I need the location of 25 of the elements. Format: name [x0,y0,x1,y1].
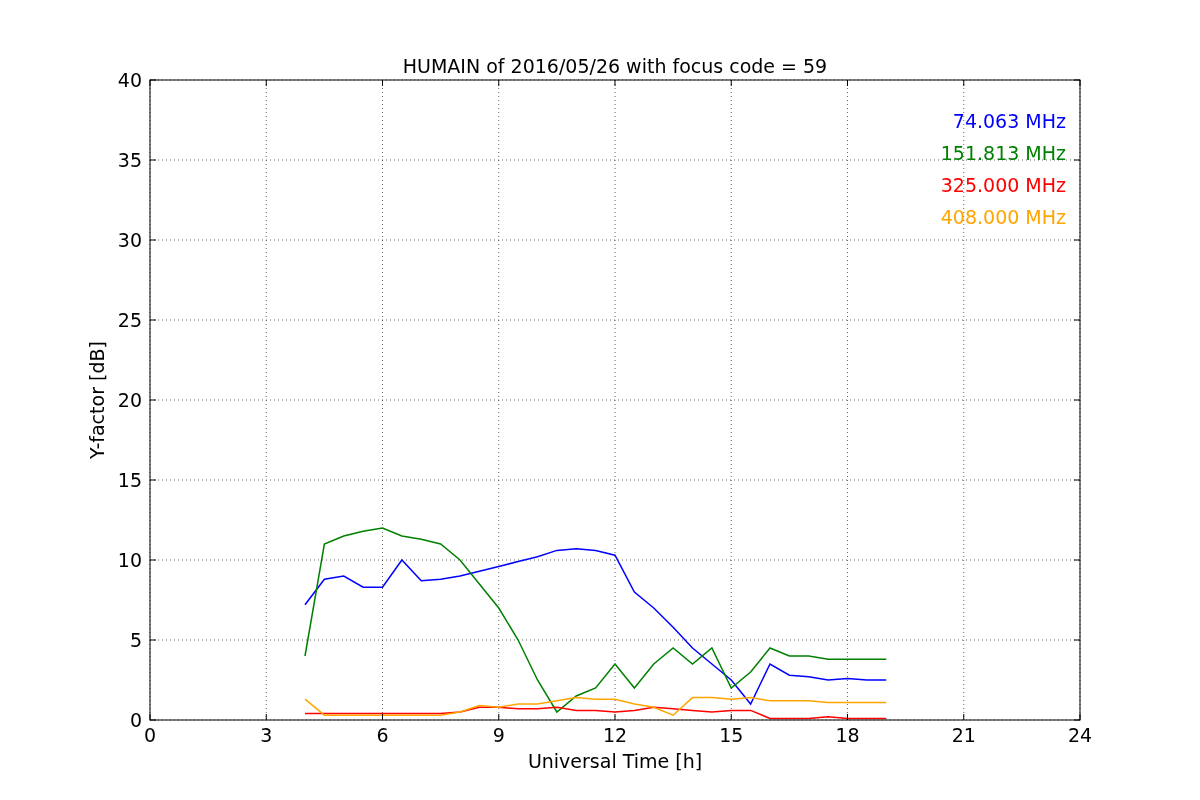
y-axis-label: Y-factor [dB] [86,341,108,459]
tick-label: 21 [951,724,976,746]
tick-label: 20 [117,389,142,411]
tick-label: 9 [492,724,505,746]
tick-label: 12 [602,724,628,746]
x-axis-label: Universal Time [h] [527,750,703,772]
tick-label: 30 [117,229,142,251]
tick-label: 10 [117,549,142,571]
tick-label: 0 [143,724,157,746]
legend-label: 74.063 MHz [952,110,1066,132]
legend-label: 408.000 MHz [940,206,1066,228]
tick-label: 24 [1067,724,1093,746]
tick-label: 5 [129,629,142,651]
tick-label: 40 [117,69,142,91]
tick-label: 35 [117,149,142,171]
legend-label: 325.000 MHz [940,174,1066,196]
tick-label: 0 [129,709,142,731]
tick-label: 15 [117,469,142,491]
tick-label: 15 [719,724,744,746]
tick-label: 25 [117,309,142,331]
chart-title: HUMAIN of 2016/05/26 with focus code = 59 [402,55,828,77]
legend-label: 151.813 MHz [940,142,1066,164]
tick-label: 18 [835,724,860,746]
tick-label: 6 [376,724,389,746]
tick-label: 3 [260,724,273,746]
